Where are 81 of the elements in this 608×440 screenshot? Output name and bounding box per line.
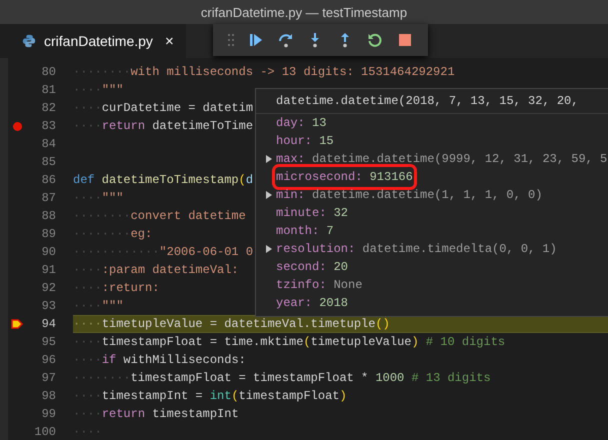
- property-line[interactable]: max: datetime.datetime(9999, 12, 31, 23, 59, 5: [276, 150, 608, 168]
- whitespace-dots: ········: [73, 226, 131, 243]
- line-number: 81: [40, 82, 56, 99]
- code-line: timestampFloat = timestampFloat * 1000 # 13 digits: [130, 370, 491, 387]
- code-line: convert datetime: [130, 208, 246, 225]
- expand-triangle-icon[interactable]: [266, 245, 272, 253]
- code-line: eg:: [130, 226, 152, 243]
- line-number: 98: [40, 388, 56, 405]
- code-line: return timestampInt: [102, 406, 239, 423]
- property-line[interactable]: resolution: datetime.timedelta(0, 0, 1): [276, 240, 557, 258]
- whitespace-dots: ····: [73, 298, 102, 315]
- editor-tab[interactable]: crifanDatetime.py ×: [0, 24, 186, 58]
- property-line[interactable]: month: 7: [276, 222, 334, 240]
- expand-triangle-icon[interactable]: [266, 191, 272, 199]
- line-number: 84: [40, 136, 56, 153]
- line-number: 94: [40, 316, 56, 333]
- step-over-icon[interactable]: [278, 32, 294, 48]
- line-number: 95: [40, 334, 56, 351]
- property-line[interactable]: day: 13: [276, 114, 326, 132]
- property-line[interactable]: hour: 15: [276, 132, 334, 150]
- breakpoint-dot[interactable]: [12, 122, 22, 130]
- code-line: """: [102, 298, 124, 315]
- whitespace-dots: ····: [73, 280, 102, 297]
- code-line: """: [102, 82, 124, 99]
- code-line: """: [102, 190, 124, 207]
- whitespace-dots: ····: [73, 190, 102, 207]
- line-number: 85: [40, 154, 56, 171]
- whitespace-dots: ····: [73, 118, 102, 135]
- line-number: 88: [40, 208, 56, 225]
- line-number: 83: [40, 118, 56, 135]
- code-line: "2006-06-01 0: [159, 244, 254, 261]
- close-icon[interactable]: ×: [164, 32, 174, 50]
- whitespace-dots: ····: [73, 316, 102, 332]
- whitespace-dots: ········: [73, 208, 131, 225]
- whitespace-dots: ····: [73, 100, 102, 117]
- line-number: 92: [40, 280, 56, 297]
- whitespace-dots: ············: [73, 244, 160, 261]
- line-number: 100: [33, 424, 56, 440]
- line-number: 91: [40, 262, 56, 279]
- line-number: 96: [40, 352, 56, 369]
- property-line[interactable]: year: 2018: [276, 294, 348, 312]
- grip-icon[interactable]: [228, 34, 234, 46]
- line-number: 93: [40, 298, 56, 315]
- code-line: curDatetime = datetim: [102, 100, 254, 117]
- line-number: 82: [40, 100, 56, 117]
- property-line[interactable]: tzinfo: None: [276, 276, 362, 294]
- line-number: 89: [40, 226, 56, 243]
- line-number: 90: [40, 244, 56, 261]
- whitespace-dots: ····: [73, 388, 102, 405]
- line-number: 80: [40, 64, 56, 81]
- code-line: :param datetimeVal:: [102, 262, 239, 279]
- code-line: timestampInt = int(timestampFloat): [102, 388, 347, 405]
- whitespace-dots: ····: [73, 352, 102, 369]
- hover-header: datetime.datetime(2018, 7, 13, 15, 32, 20,: [276, 94, 578, 108]
- continue-icon[interactable]: [248, 32, 264, 48]
- code-line: timetupleValue = datetimeVal.timetuple(): [102, 316, 390, 332]
- property-line[interactable]: min: datetime.datetime(1, 1, 1, 0, 0): [276, 186, 542, 204]
- whitespace-dots: ····: [73, 82, 102, 99]
- line-number: 87: [40, 190, 56, 207]
- whitespace-dots: ····: [73, 262, 102, 279]
- whitespace-dots: ····: [73, 424, 102, 440]
- code-line: with milliseconds -> 13 digits: 1531464292921: [130, 64, 455, 81]
- property-line[interactable]: minute: 32: [276, 204, 348, 222]
- property-line[interactable]: second: 20: [276, 258, 348, 276]
- expand-triangle-icon[interactable]: [266, 155, 272, 163]
- code-line: return datetimeToTime: [102, 118, 254, 135]
- line-number: 86: [40, 172, 56, 189]
- whitespace-dots: ····: [73, 406, 102, 423]
- whitespace-dots: ········: [73, 64, 131, 81]
- line-number: 97: [40, 370, 56, 387]
- restart-icon[interactable]: [367, 32, 384, 48]
- code-line: timestampFloat = time.mktime(timetupleValue) # 10 digits: [102, 334, 506, 351]
- window-title: crifanDatetime.py — testTimestamp: [200, 4, 408, 20]
- code-line: def datetimeToTimestamp(d: [73, 172, 254, 189]
- code-line: :return:: [102, 280, 160, 297]
- python-file-icon: [22, 34, 36, 48]
- whitespace-dots: ····: [73, 334, 102, 351]
- code-line: if withMilliseconds:: [102, 352, 246, 369]
- stop-icon[interactable]: [396, 32, 413, 48]
- line-number: 99: [40, 406, 56, 423]
- whitespace-dots: ········: [73, 370, 131, 387]
